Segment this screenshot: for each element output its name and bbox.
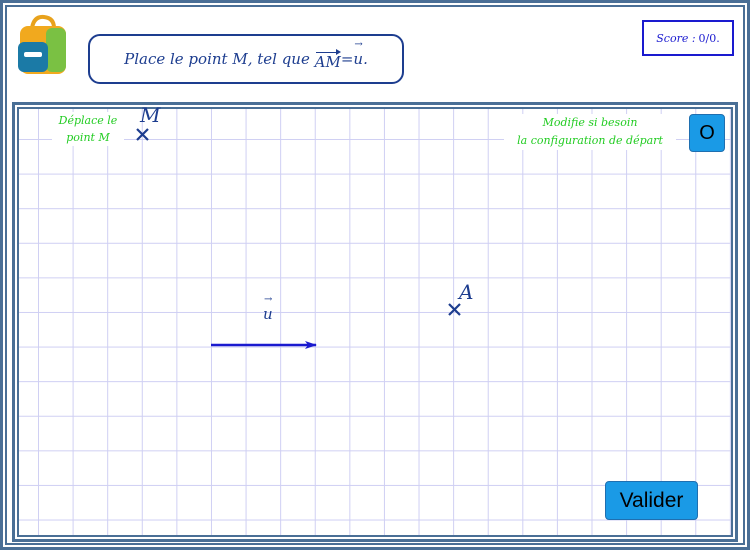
point-m-label: M [140, 103, 161, 127]
point-m-marker[interactable] [136, 128, 149, 141]
point-a-marker [448, 303, 461, 316]
point-a-label: A [459, 280, 474, 304]
validate-button[interactable]: Valider [605, 481, 698, 520]
vector-u-label: u [263, 294, 273, 323]
geometry-layer [136, 128, 461, 349]
